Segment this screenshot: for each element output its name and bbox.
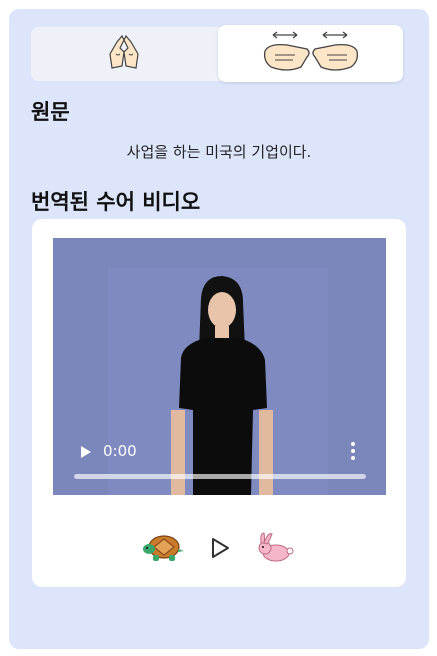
- video-heading: 번역된 수어 비디오: [31, 190, 201, 214]
- sign-language-video[interactable]: 0:00: [53, 238, 386, 495]
- sign-hands-icon: [102, 32, 148, 76]
- translation-panel: 원문 사업을 하는 미국의 기업이다. 번역된 수어 비디오 0:00: [9, 9, 429, 649]
- turtle-slow-icon[interactable]: [142, 531, 186, 567]
- mode-tabs: [31, 25, 403, 82]
- video-play-icon[interactable]: [80, 444, 92, 463]
- more-options-icon[interactable]: [350, 441, 356, 465]
- video-card: 0:00: [32, 219, 406, 587]
- video-progress-bar[interactable]: [74, 474, 366, 479]
- tab-sign-input[interactable]: [31, 27, 218, 81]
- speed-controls: [32, 531, 406, 571]
- source-heading: 원문: [31, 100, 70, 124]
- source-sentence: 사업을 하는 미국의 기업이다.: [126, 143, 312, 161]
- tab-sign-translate[interactable]: [218, 25, 403, 82]
- play-icon[interactable]: [210, 537, 230, 563]
- video-time: 0:00: [103, 442, 137, 460]
- sign-translate-hands-icon: [261, 29, 361, 79]
- rabbit-fast-icon[interactable]: [254, 531, 294, 567]
